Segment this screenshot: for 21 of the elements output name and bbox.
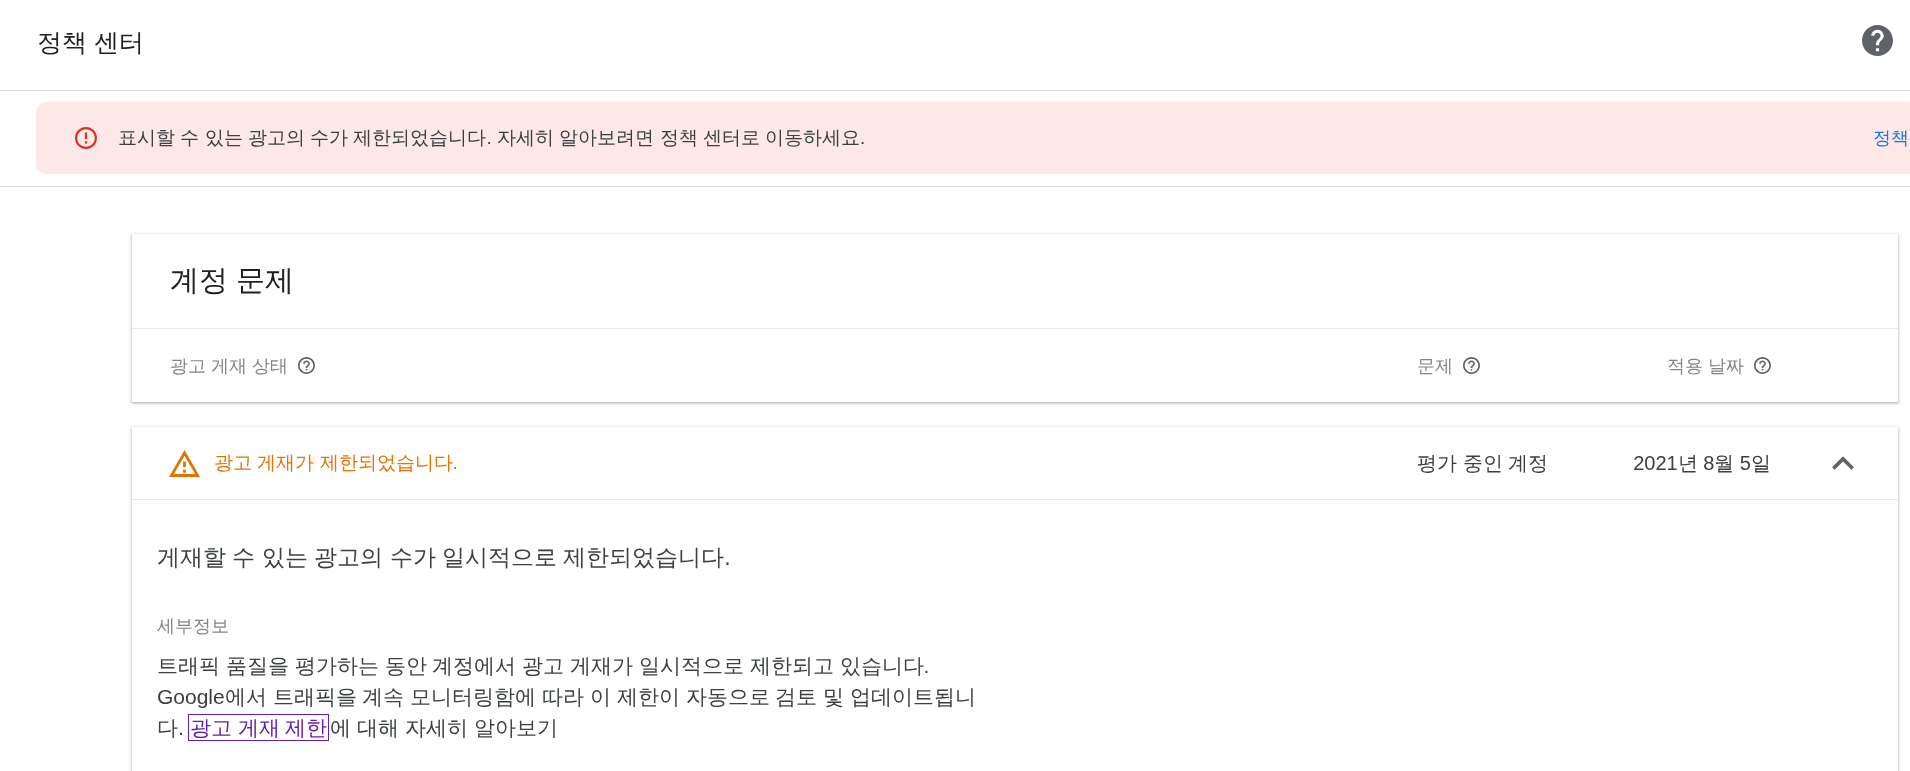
alert-message: 표시할 수 있는 광고의 수가 제한되었습니다. 자세히 알아보려면 정책 센터로 이동하세요. (118, 126, 867, 150)
help-icon[interactable] (297, 357, 315, 374)
policy-center-link[interactable]: 정책 (1873, 126, 1909, 150)
restriction-link[interactable]: 광고 게재 제한 (189, 716, 328, 739)
error-icon (75, 127, 97, 149)
details-paragraph: 트래픽 품질을 평가하는 동안 계정에서 광고 게재가 일시적으로 제한되고 있습니다. Google에서 트래픽을 계속 모니터링함에 따라 이 제한이 자동으로 검토 및 업데이트됩니다. 광고 게재 제한에 대해 자세히 알아보기 (157, 653, 978, 741)
date-text: 2021년 8월 5일 (1633, 450, 1771, 476)
warning-icon (169, 449, 200, 477)
help-icon[interactable] (1754, 357, 1771, 374)
status-text: 광고 게재가 제한되었습니다. (214, 451, 458, 475)
issue-text: 평가 중인 계정 (1417, 450, 1549, 476)
details-label: 세부정보 (157, 615, 229, 637)
chevron-up-icon[interactable] (1832, 456, 1854, 470)
help-icon[interactable] (1862, 24, 1893, 56)
column-header: 적용 날짜 (1667, 354, 1744, 378)
details-headline: 게재할 수 있는 광고의 수가 일시적으로 제한되었습니다. (157, 543, 731, 572)
page-title: 정책 센터 (37, 27, 144, 58)
card-title: 계정 문제 (132, 234, 1898, 329)
column-header: 광고 게재 상태 (170, 354, 288, 378)
column-header: 문제 (1417, 354, 1453, 378)
help-icon[interactable] (1463, 357, 1480, 374)
